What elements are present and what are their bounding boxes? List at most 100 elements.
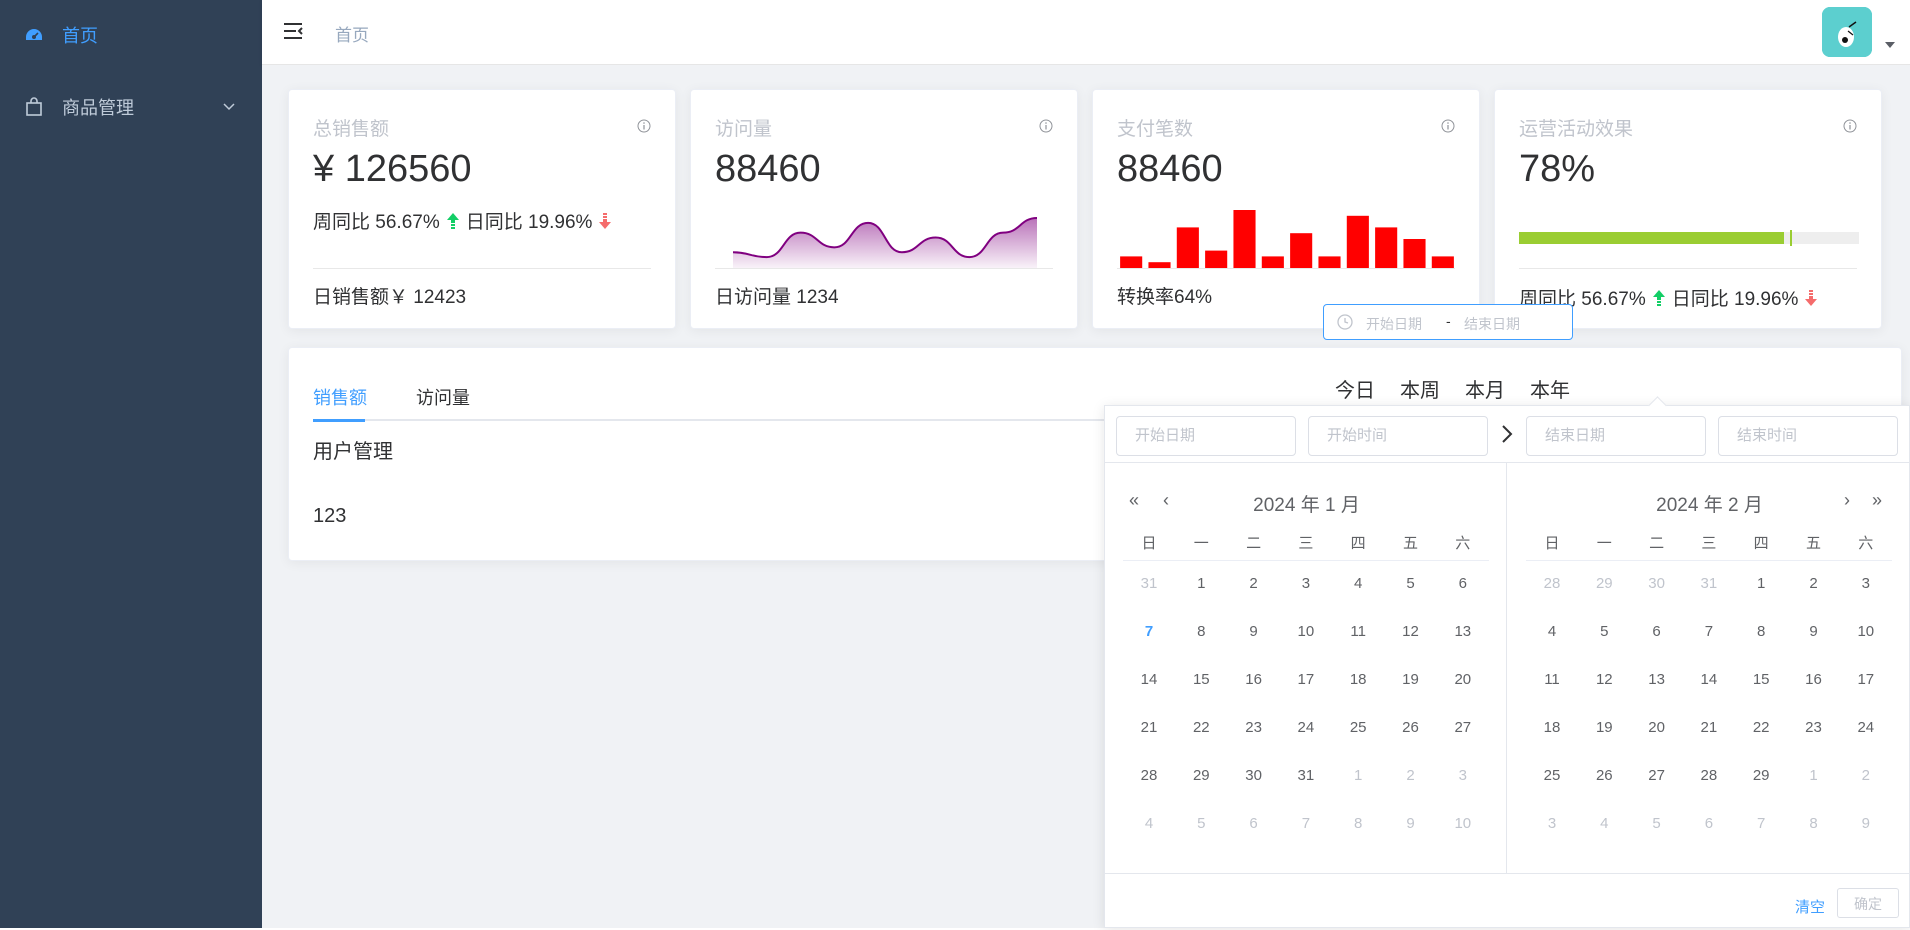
calendar-day[interactable]: 9 <box>1788 618 1840 646</box>
calendar-day[interactable]: 17 <box>1840 666 1892 694</box>
calendar-day[interactable]: 22 <box>1735 714 1787 742</box>
start-date-field[interactable]: 开始日期 <box>1116 416 1296 456</box>
calendar-day[interactable]: 26 <box>1578 762 1630 790</box>
clear-button[interactable]: 清空 <box>1795 896 1825 917</box>
info-icon[interactable] <box>1441 119 1455 133</box>
calendar-day[interactable]: 2 <box>1228 570 1280 598</box>
calendar-day[interactable]: 11 <box>1526 666 1578 694</box>
calendar-day[interactable]: 3 <box>1840 570 1892 598</box>
calendar-day[interactable]: 3 <box>1526 810 1578 838</box>
calendar-day[interactable]: 2 <box>1788 570 1840 598</box>
calendar-day[interactable]: 15 <box>1735 666 1787 694</box>
hamburger-icon[interactable] <box>282 20 304 42</box>
calendar-day[interactable]: 24 <box>1280 714 1332 742</box>
calendar-day[interactable]: 28 <box>1526 570 1578 598</box>
calendar-day[interactable]: 30 <box>1228 762 1280 790</box>
end-date-field[interactable]: 结束日期 <box>1526 416 1706 456</box>
calendar-day[interactable]: 14 <box>1683 666 1735 694</box>
range-month[interactable]: 本月 <box>1465 374 1505 403</box>
calendar-day[interactable]: 12 <box>1385 618 1437 646</box>
calendar-day[interactable]: 20 <box>1631 714 1683 742</box>
calendar-day[interactable]: 5 <box>1631 810 1683 838</box>
info-icon[interactable] <box>1843 119 1857 133</box>
calendar-day[interactable]: 6 <box>1437 570 1489 598</box>
calendar-day[interactable]: 7 <box>1280 810 1332 838</box>
calendar-day[interactable]: 28 <box>1683 762 1735 790</box>
calendar-day[interactable]: 18 <box>1526 714 1578 742</box>
calendar-day[interactable]: 17 <box>1280 666 1332 694</box>
calendar-day[interactable]: 30 <box>1631 570 1683 598</box>
breadcrumb[interactable]: 首页 <box>335 21 369 46</box>
calendar-day[interactable]: 2 <box>1385 762 1437 790</box>
range-today[interactable]: 今日 <box>1335 374 1375 403</box>
range-year[interactable]: 本年 <box>1530 374 1570 403</box>
calendar-day[interactable]: 1 <box>1332 762 1384 790</box>
calendar-day[interactable]: 5 <box>1175 810 1227 838</box>
calendar-day[interactable]: 1 <box>1735 570 1787 598</box>
calendar-day[interactable]: 19 <box>1578 714 1630 742</box>
calendar-day[interactable]: 21 <box>1123 714 1175 742</box>
calendar-day[interactable]: 24 <box>1840 714 1892 742</box>
calendar-day[interactable]: 23 <box>1228 714 1280 742</box>
avatar-caret-icon[interactable] <box>1885 42 1895 48</box>
tab-sales[interactable]: 销售额 <box>313 384 367 410</box>
calendar-day[interactable]: 10 <box>1280 618 1332 646</box>
calendar-day[interactable]: 9 <box>1385 810 1437 838</box>
calendar-day[interactable]: 2 <box>1840 762 1892 790</box>
calendar-day[interactable]: 25 <box>1332 714 1384 742</box>
calendar-day[interactable]: 29 <box>1578 570 1630 598</box>
calendar-day[interactable]: 8 <box>1332 810 1384 838</box>
calendar-day[interactable]: 5 <box>1385 570 1437 598</box>
calendar-day[interactable]: 16 <box>1228 666 1280 694</box>
calendar-day[interactable]: 4 <box>1578 810 1630 838</box>
calendar-day[interactable]: 26 <box>1385 714 1437 742</box>
calendar-day[interactable]: 31 <box>1280 762 1332 790</box>
calendar-day[interactable]: 7 <box>1683 618 1735 646</box>
calendar-day[interactable]: 31 <box>1123 570 1175 598</box>
calendar-day[interactable]: 10 <box>1437 810 1489 838</box>
calendar-day[interactable]: 10 <box>1840 618 1892 646</box>
date-range-input[interactable]: 开始日期 - 结束日期 <box>1323 304 1573 340</box>
calendar-day[interactable]: 27 <box>1631 762 1683 790</box>
calendar-day[interactable]: 3 <box>1437 762 1489 790</box>
calendar-day[interactable]: 12 <box>1578 666 1630 694</box>
calendar-day[interactable]: 14 <box>1123 666 1175 694</box>
calendar-day[interactable]: 20 <box>1437 666 1489 694</box>
calendar-day[interactable]: 8 <box>1175 618 1227 646</box>
calendar-day[interactable]: 1 <box>1788 762 1840 790</box>
calendar-day[interactable]: 9 <box>1840 810 1892 838</box>
calendar-day[interactable]: 31 <box>1683 570 1735 598</box>
start-time-field[interactable]: 开始时间 <box>1308 416 1488 456</box>
calendar-day[interactable]: 7 <box>1123 618 1175 646</box>
calendar-day[interactable]: 29 <box>1735 762 1787 790</box>
calendar-day[interactable]: 25 <box>1526 762 1578 790</box>
calendar-day[interactable]: 23 <box>1788 714 1840 742</box>
calendar-day[interactable]: 9 <box>1228 618 1280 646</box>
calendar-day[interactable]: 4 <box>1123 810 1175 838</box>
calendar-day[interactable]: 21 <box>1683 714 1735 742</box>
tab-visits[interactable]: 访问量 <box>416 384 470 410</box>
calendar-day[interactable]: 13 <box>1631 666 1683 694</box>
calendar-day[interactable]: 5 <box>1578 618 1630 646</box>
sidebar-item-products[interactable]: 商品管理 <box>0 72 262 142</box>
calendar-day[interactable]: 8 <box>1788 810 1840 838</box>
avatar[interactable] <box>1822 7 1872 57</box>
calendar-day[interactable]: 4 <box>1526 618 1578 646</box>
calendar-day[interactable]: 16 <box>1788 666 1840 694</box>
calendar-day[interactable]: 6 <box>1228 810 1280 838</box>
calendar-day[interactable]: 13 <box>1437 618 1489 646</box>
calendar-day[interactable]: 11 <box>1332 618 1384 646</box>
confirm-button[interactable]: 确定 <box>1837 888 1899 918</box>
info-icon[interactable] <box>1039 119 1053 133</box>
calendar-day[interactable]: 28 <box>1123 762 1175 790</box>
calendar-day[interactable]: 27 <box>1437 714 1489 742</box>
calendar-day[interactable]: 18 <box>1332 666 1384 694</box>
calendar-day[interactable]: 8 <box>1735 618 1787 646</box>
calendar-day[interactable]: 19 <box>1385 666 1437 694</box>
calendar-day[interactable]: 7 <box>1735 810 1787 838</box>
calendar-day[interactable]: 6 <box>1631 618 1683 646</box>
end-time-field[interactable]: 结束时间 <box>1718 416 1898 456</box>
calendar-day[interactable]: 6 <box>1683 810 1735 838</box>
calendar-day[interactable]: 1 <box>1175 570 1227 598</box>
info-icon[interactable] <box>637 119 651 133</box>
